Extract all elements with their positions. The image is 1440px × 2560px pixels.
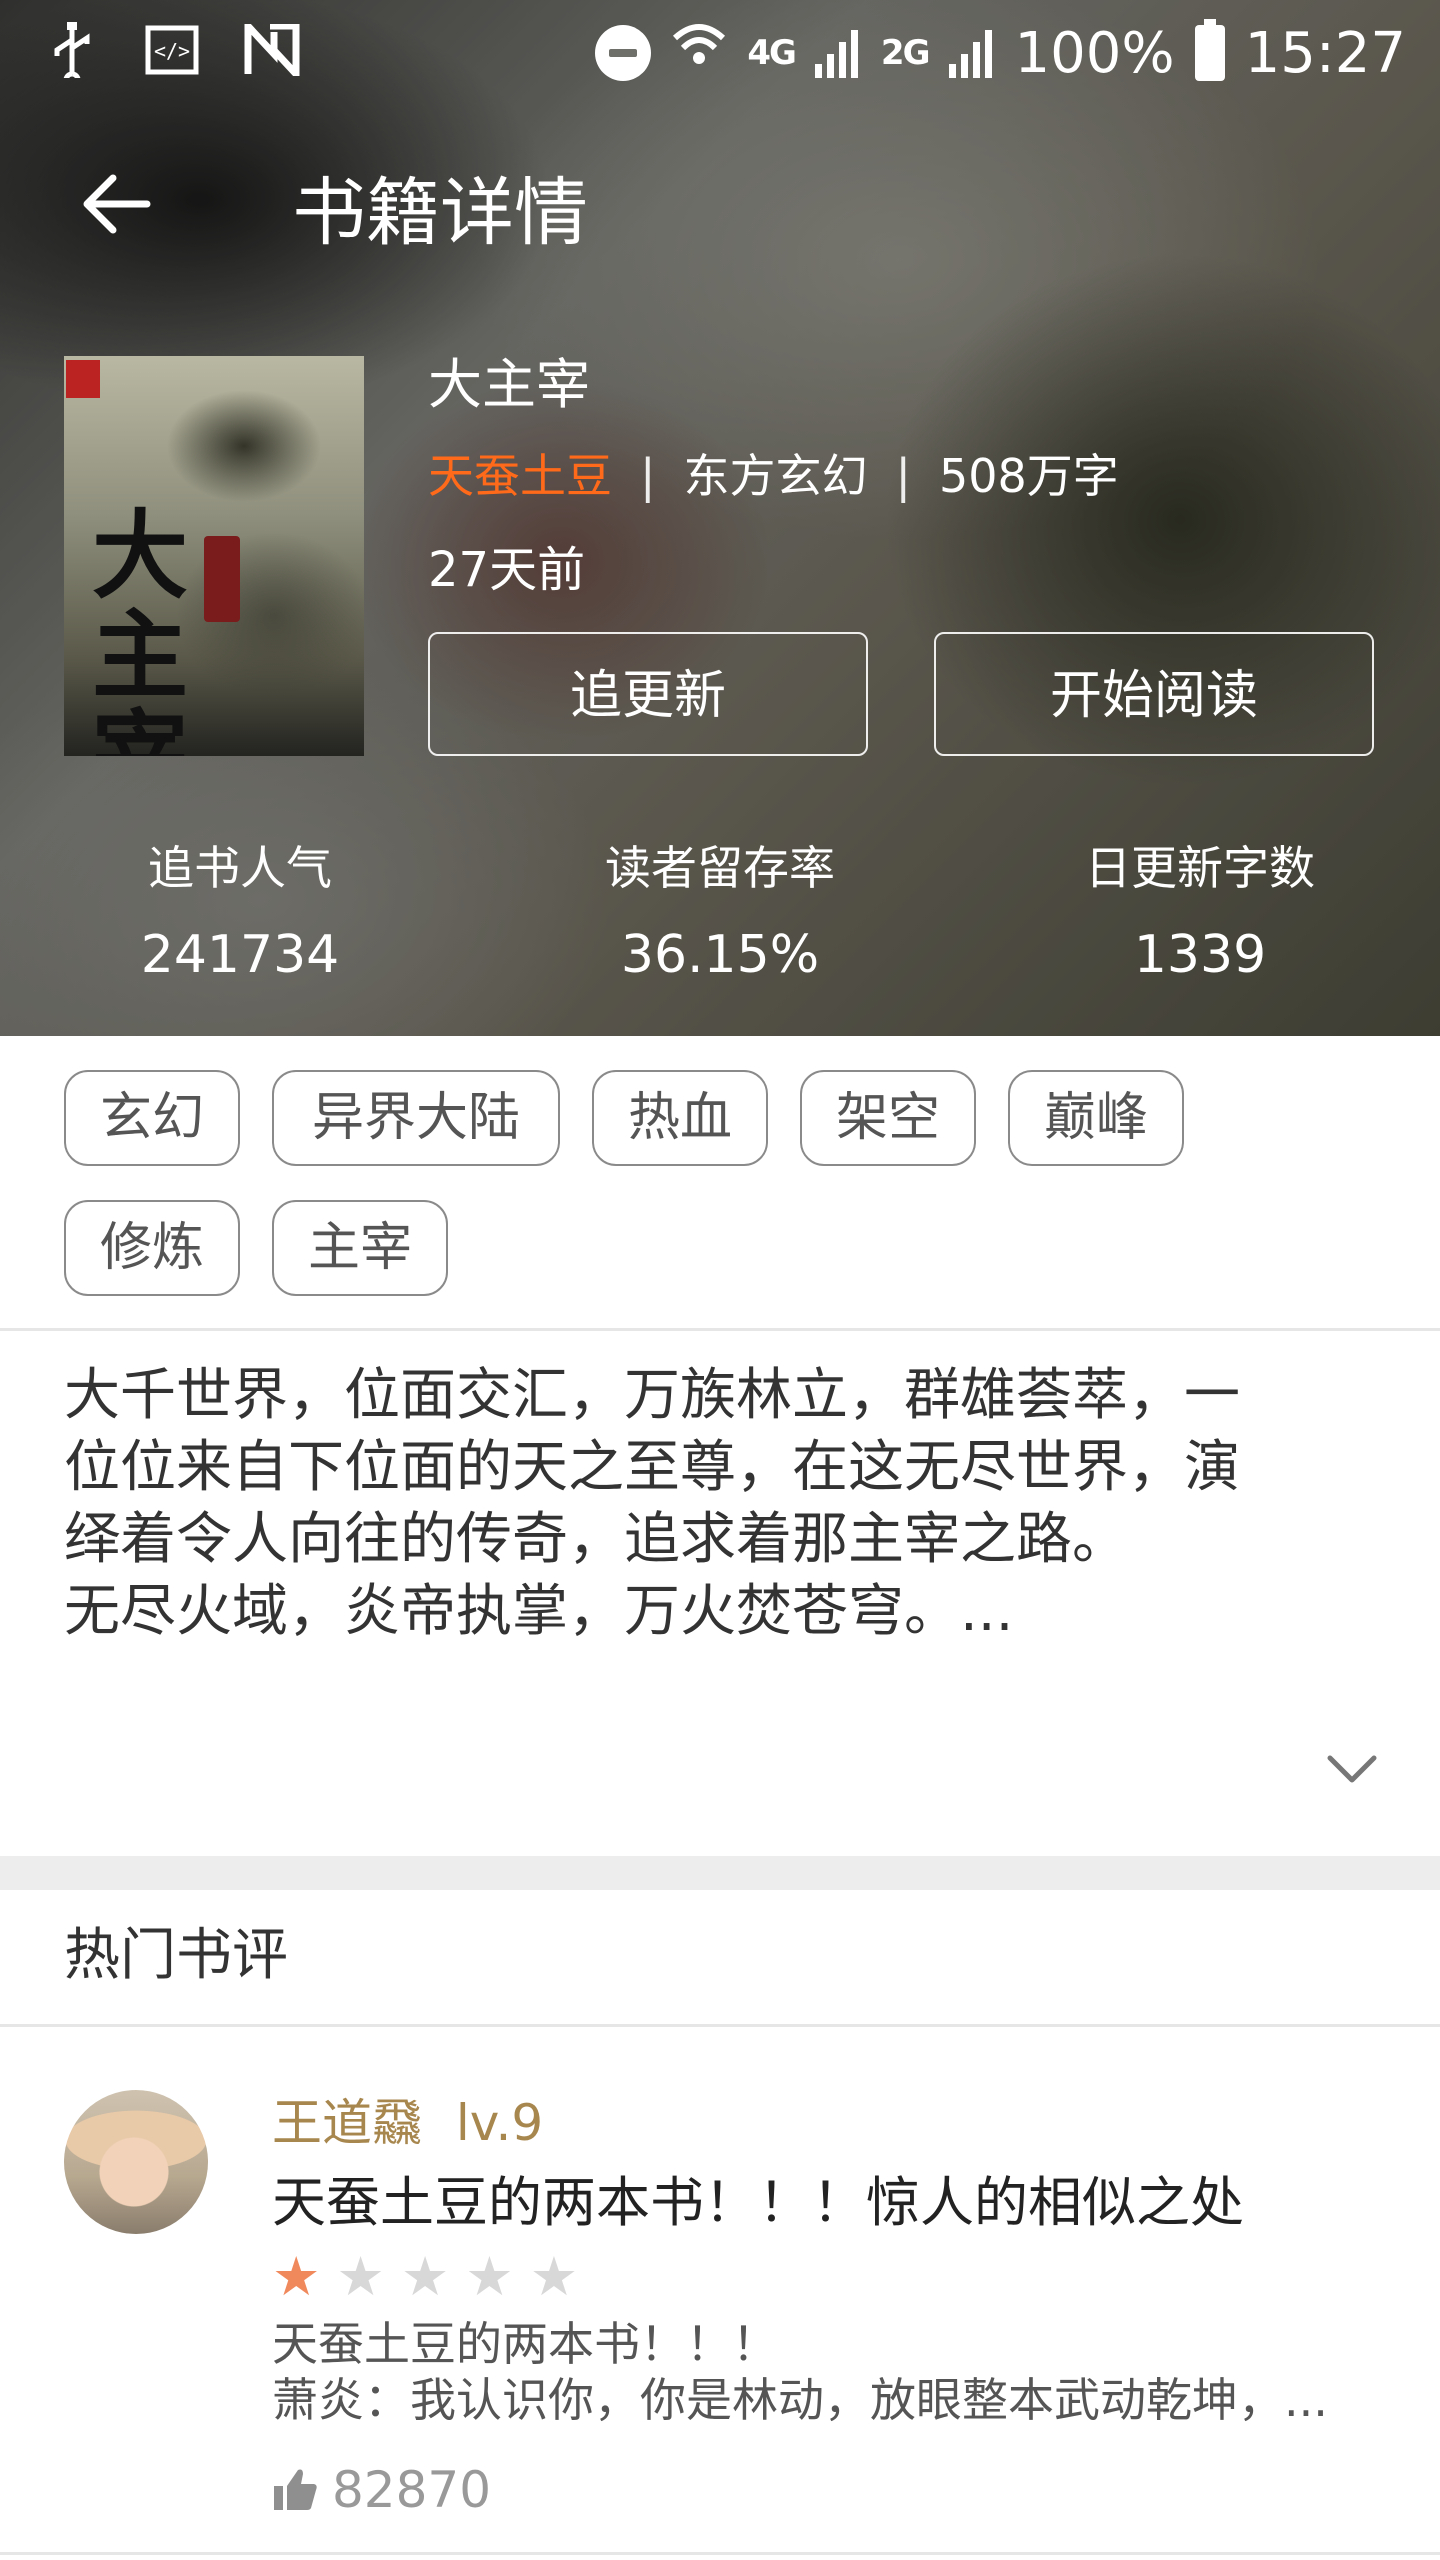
stat-retention: 读者留存率 36.15% [510, 836, 930, 990]
book-category: 东方玄幻 [683, 449, 868, 503]
synopsis-line: 位位来自下位面的天之至尊，在这无尽世界，演 [64, 1435, 1240, 1500]
tag-chip[interactable]: 玄幻 [64, 1070, 240, 1166]
status-bar: </> 4G 2G 100% 15:27 [0, 0, 1440, 100]
publisher-logo [66, 360, 100, 398]
network-2g-label: 2G [880, 33, 931, 73]
thumbs-up-icon [274, 2469, 317, 2510]
star-empty-icon: ★ [336, 2245, 385, 2308]
svg-text:</>: </> [154, 39, 190, 63]
clock: 15:27 [1244, 20, 1406, 86]
tag-chip[interactable]: 异界大陆 [272, 1070, 560, 1166]
synopsis-line: 绎着令人向往的传奇，追求着那主宰之路。 [64, 1507, 1128, 1572]
like-count: 82870 [332, 2461, 492, 2519]
book-meta: 天蚕土豆 | 东方玄幻 | 508万字 [428, 446, 1119, 506]
review-excerpt-line: 天蚕土豆的两本书！！！ [272, 2317, 778, 2371]
star-empty-icon: ★ [465, 2245, 514, 2308]
wifi-icon [671, 18, 727, 88]
like-button[interactable]: 82870 [272, 2460, 491, 2520]
divider [0, 2024, 1440, 2027]
synopsis-line: 无尽火域，炎帝执掌，万火焚苍穹。... [64, 1579, 1014, 1644]
tag-chip[interactable]: 巅峰 [1008, 1070, 1184, 1166]
synopsis-line: 大千世界，位面交汇，万族林立，群雄荟萃，一 [64, 1363, 1240, 1428]
book-synopsis[interactable]: 大千世界，位面交汇，万族林立，群雄荟萃，一 位位来自下位面的天之至尊，在这无尽世… [64, 1360, 1364, 1648]
meta-separator: | [895, 449, 912, 503]
section-gap [0, 1856, 1440, 1890]
chevron-down-icon [1327, 1755, 1377, 1783]
word-count: 508万字 [939, 449, 1119, 503]
rating-stars: ★ ★ ★ ★ ★ [272, 2248, 578, 2306]
do-not-disturb-icon [595, 25, 652, 81]
tag-chip[interactable]: 修炼 [64, 1200, 240, 1296]
usb-icon [44, 22, 100, 89]
review-title[interactable]: 天蚕土豆的两本书！！！惊人的相似之处 [272, 2168, 1244, 2238]
book-header: </> 4G 2G 100% 15:27 书籍详情 大主宰 大主宰 天蚕土豆 |… [0, 0, 1440, 1036]
book-title: 大主宰 [428, 353, 590, 416]
tag-chip[interactable]: 架空 [800, 1070, 976, 1166]
divider [0, 1328, 1440, 1331]
network-4g-label: 4G [747, 33, 797, 73]
star-empty-icon: ★ [529, 2245, 579, 2308]
author-link[interactable]: 天蚕土豆 [428, 446, 612, 506]
cover-seal [204, 536, 240, 622]
star-filled-icon: ★ [272, 2245, 321, 2308]
book-cover[interactable]: 大主宰 [64, 356, 364, 756]
stat-label: 读者留存率 [605, 841, 835, 895]
last-updated: 27天前 [428, 542, 586, 598]
review-excerpt-line: 萧炎：我认识你，你是林动，放眼整本武动乾坤，... [272, 2373, 1328, 2427]
review-excerpt[interactable]: 天蚕土豆的两本书！！！ 萧炎：我认识你，你是林动，放眼整本武动乾坤，... [272, 2316, 1382, 2428]
page-title: 书籍详情 [292, 170, 588, 256]
section-title-hot-reviews: 热门书评 [64, 1923, 288, 1988]
follow-updates-button[interactable]: 追更新 [428, 632, 868, 756]
stat-daily-words: 日更新字数 1339 [990, 836, 1410, 990]
code-icon: </> [144, 25, 200, 86]
stat-value: 36.15% [620, 925, 820, 985]
stat-label: 追书人气 [148, 841, 332, 895]
stat-popularity: 追书人气 241734 [30, 836, 450, 990]
expand-synopsis-button[interactable] [1322, 1740, 1382, 1800]
meta-separator: | [640, 449, 656, 503]
tag-chip[interactable]: 主宰 [272, 1200, 448, 1296]
stat-label: 日更新字数 [1085, 841, 1315, 895]
tag-chip[interactable]: 热血 [592, 1070, 768, 1166]
back-button[interactable] [60, 160, 170, 260]
stat-value: 241734 [140, 925, 340, 985]
arrow-left-icon [83, 174, 151, 234]
avatar[interactable] [64, 2090, 208, 2234]
review-author[interactable]: 王道飝 lv.9 [272, 2090, 543, 2156]
battery-percent: 100% [1014, 20, 1175, 86]
start-reading-button[interactable]: 开始阅读 [934, 632, 1374, 756]
star-empty-icon: ★ [400, 2245, 450, 2308]
review-user-level: lv.9 [455, 2094, 544, 2152]
4g-signal-icon [814, 28, 861, 78]
2g-signal-icon [948, 28, 995, 78]
nfc-icon [244, 17, 300, 87]
review-username: 王道飝 [272, 2094, 422, 2152]
battery-icon [1194, 19, 1225, 81]
stat-value: 1339 [1133, 925, 1267, 985]
divider [0, 2552, 1440, 2555]
